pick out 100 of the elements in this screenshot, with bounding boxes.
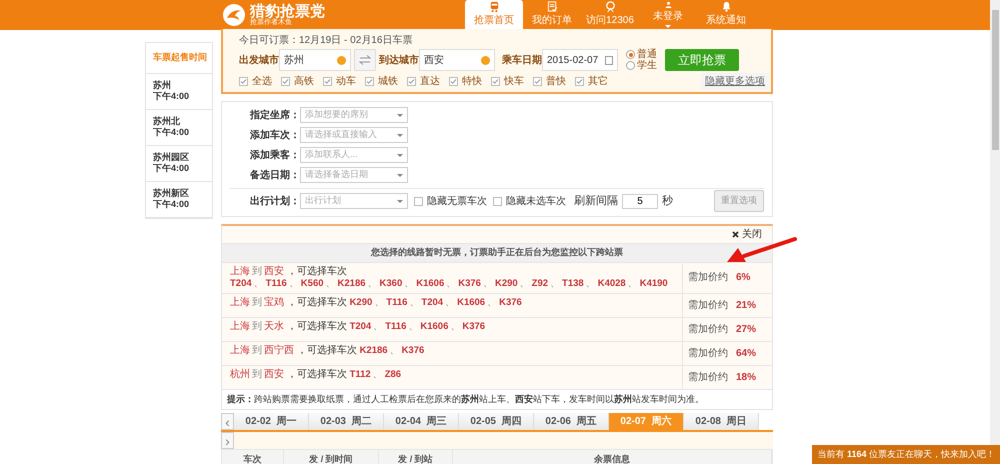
train-number-link[interactable]: T116	[386, 296, 408, 308]
train-number-link[interactable]: T204	[421, 296, 444, 308]
scrollbar-thumb[interactable]	[992, 10, 998, 150]
refresh-interval-field[interactable]: 5	[622, 194, 658, 208]
train-number-link[interactable]: T138	[562, 278, 584, 288]
chat-banner[interactable]: 当前有 1164 位票友正在聊天，快来加入吧！	[812, 445, 1000, 464]
surcharge-percent: 27%	[736, 322, 756, 336]
train-type-checkbox[interactable]: 直达	[407, 74, 440, 89]
date-tab[interactable]: 02-08 周日	[684, 413, 759, 430]
surcharge-label: 需加价约	[688, 270, 728, 285]
refresh-label: 刷新间隔	[574, 194, 618, 209]
to-value: 西安	[424, 54, 444, 68]
to-word: 到	[252, 320, 262, 332]
to-field[interactable]: 西安	[419, 49, 495, 71]
column-header: 发 / 到站	[379, 450, 453, 464]
train-number-link[interactable]: K1606	[420, 320, 448, 332]
nav-tab[interactable]: 抢票首页	[465, 0, 523, 30]
train-number-link[interactable]: K2186	[360, 344, 388, 356]
train-number-link[interactable]: Z86	[384, 368, 402, 380]
check-icon	[576, 78, 583, 85]
check-icon	[408, 78, 415, 85]
train-number-link[interactable]: T116	[385, 320, 406, 332]
to-station: 西安	[264, 266, 284, 276]
train-number-link[interactable]: K360	[380, 278, 402, 288]
caret-icon	[397, 134, 403, 136]
date-tab[interactable]: 02-03 周二	[309, 413, 384, 430]
field-label: 出行计划：	[249, 194, 300, 208]
train-number-link[interactable]: K376	[402, 344, 424, 356]
train-type-checkbox[interactable]: 特快	[449, 74, 482, 89]
close-icon	[732, 230, 740, 238]
date-tab[interactable]: 02-06 周五	[534, 413, 609, 430]
train-type-checkbox[interactable]: 城铁	[365, 74, 398, 89]
scrollbar[interactable]	[990, 0, 1000, 445]
train-number-link[interactable]: K376	[499, 296, 522, 308]
train-number-link[interactable]: K376	[458, 278, 481, 288]
train-number-link[interactable]: K376	[462, 320, 486, 332]
dropdown-icon	[337, 56, 346, 64]
field-label: 指定坐席：	[248, 108, 300, 122]
from-field[interactable]: 苏州	[279, 49, 351, 71]
ticket-type-radio[interactable]: 普通	[626, 49, 657, 60]
train-number-link[interactable]: T116	[266, 278, 287, 288]
date-value: 2015-02-07	[547, 54, 598, 68]
train-type-checkbox[interactable]: 普快	[533, 74, 566, 89]
ticket-type-radio[interactable]: 学生	[626, 60, 657, 71]
train-number-link[interactable]: K2186	[338, 278, 366, 288]
train-number-link[interactable]: K4028	[598, 278, 626, 288]
choose-trains-text: ，可选择车次	[286, 368, 347, 380]
train-number-link[interactable]: T204	[230, 278, 252, 288]
separator-text: 、	[628, 278, 638, 288]
separator-text: 、	[408, 320, 418, 332]
train-number-link[interactable]: K1606	[457, 296, 486, 308]
to-word: 到	[252, 344, 262, 356]
tip-text: 跨站购票需要换取纸票，通过人工检票后在您原来的苏州站上车、西安站下车，发车时间以苏州站发车时间为准。	[254, 394, 704, 404]
nav-tab[interactable]: 系统通知	[697, 0, 755, 30]
field-label: 添加乘客：	[249, 148, 300, 162]
grab-tickets-button[interactable]: 立即抢票	[665, 49, 739, 71]
notice-heading: 您选择的线路暂时无票，订票助手正在后台为您监控以下跨站票	[222, 243, 772, 262]
separator-text: 、	[288, 278, 299, 288]
train-number-link[interactable]: K290	[494, 278, 518, 288]
swap-button[interactable]	[354, 49, 376, 71]
train-number-link[interactable]: T112	[350, 368, 371, 380]
to-station: 宝鸡	[264, 296, 284, 308]
train-number-link[interactable]: K290	[350, 296, 372, 308]
check-icon	[366, 78, 373, 85]
surcharge-percent: 6%	[736, 271, 750, 285]
to-word: 到	[252, 296, 262, 308]
date-tab[interactable]: 02-02 周一	[234, 413, 309, 430]
nav-tab[interactable]: 访问12306	[581, 0, 639, 30]
sale-time: 下午4:00	[153, 126, 190, 138]
train-number-link[interactable]: K1606	[416, 278, 444, 288]
date-field[interactable]: 2015-02-07	[542, 49, 618, 71]
previous-button[interactable]: ‹	[221, 413, 234, 430]
nav-tab[interactable]: 我的订单	[523, 0, 581, 30]
hide-trains-checkbox[interactable]: 隐藏无票车次	[414, 194, 487, 208]
train-number-link[interactable]: K4190	[640, 278, 668, 288]
separator-text: 、	[446, 278, 456, 288]
document-icon	[546, 1, 558, 12]
to-word: 到	[252, 368, 262, 380]
close-button[interactable]: 关闭	[732, 229, 762, 240]
train-type-checkbox[interactable]: 动车	[323, 74, 356, 89]
separator-text: 、	[404, 278, 414, 288]
hide-trains-checkbox[interactable]: 隐藏未选车次	[493, 194, 566, 208]
train-number-link[interactable]: T204	[350, 320, 372, 332]
check-icon	[240, 78, 247, 85]
train-type-checkbox[interactable]: 全选	[239, 74, 272, 89]
hide-options-link[interactable]: 隐藏更多选项	[701, 73, 769, 90]
train-type-checkbox[interactable]: 高铁	[281, 74, 314, 89]
separator-text: 、	[482, 278, 493, 288]
sale-time: 下午4:00	[153, 90, 190, 102]
date-tab[interactable]: 02-04 周三	[384, 413, 459, 430]
next-button[interactable]: ›	[221, 432, 234, 449]
date-tab[interactable]: 02-05 周四	[459, 413, 534, 430]
train-number-link[interactable]: K560	[300, 278, 324, 288]
separator-text: 、	[372, 368, 383, 380]
train-number-link[interactable]: Z92	[532, 278, 548, 288]
separator-text: 、	[390, 344, 400, 356]
train-type-checkbox[interactable]: 快车	[491, 74, 524, 89]
tip-label: 提示：	[227, 394, 254, 404]
choose-trains-text: ，可选择车次	[286, 266, 347, 276]
train-type-checkbox[interactable]: 其它	[575, 74, 608, 89]
